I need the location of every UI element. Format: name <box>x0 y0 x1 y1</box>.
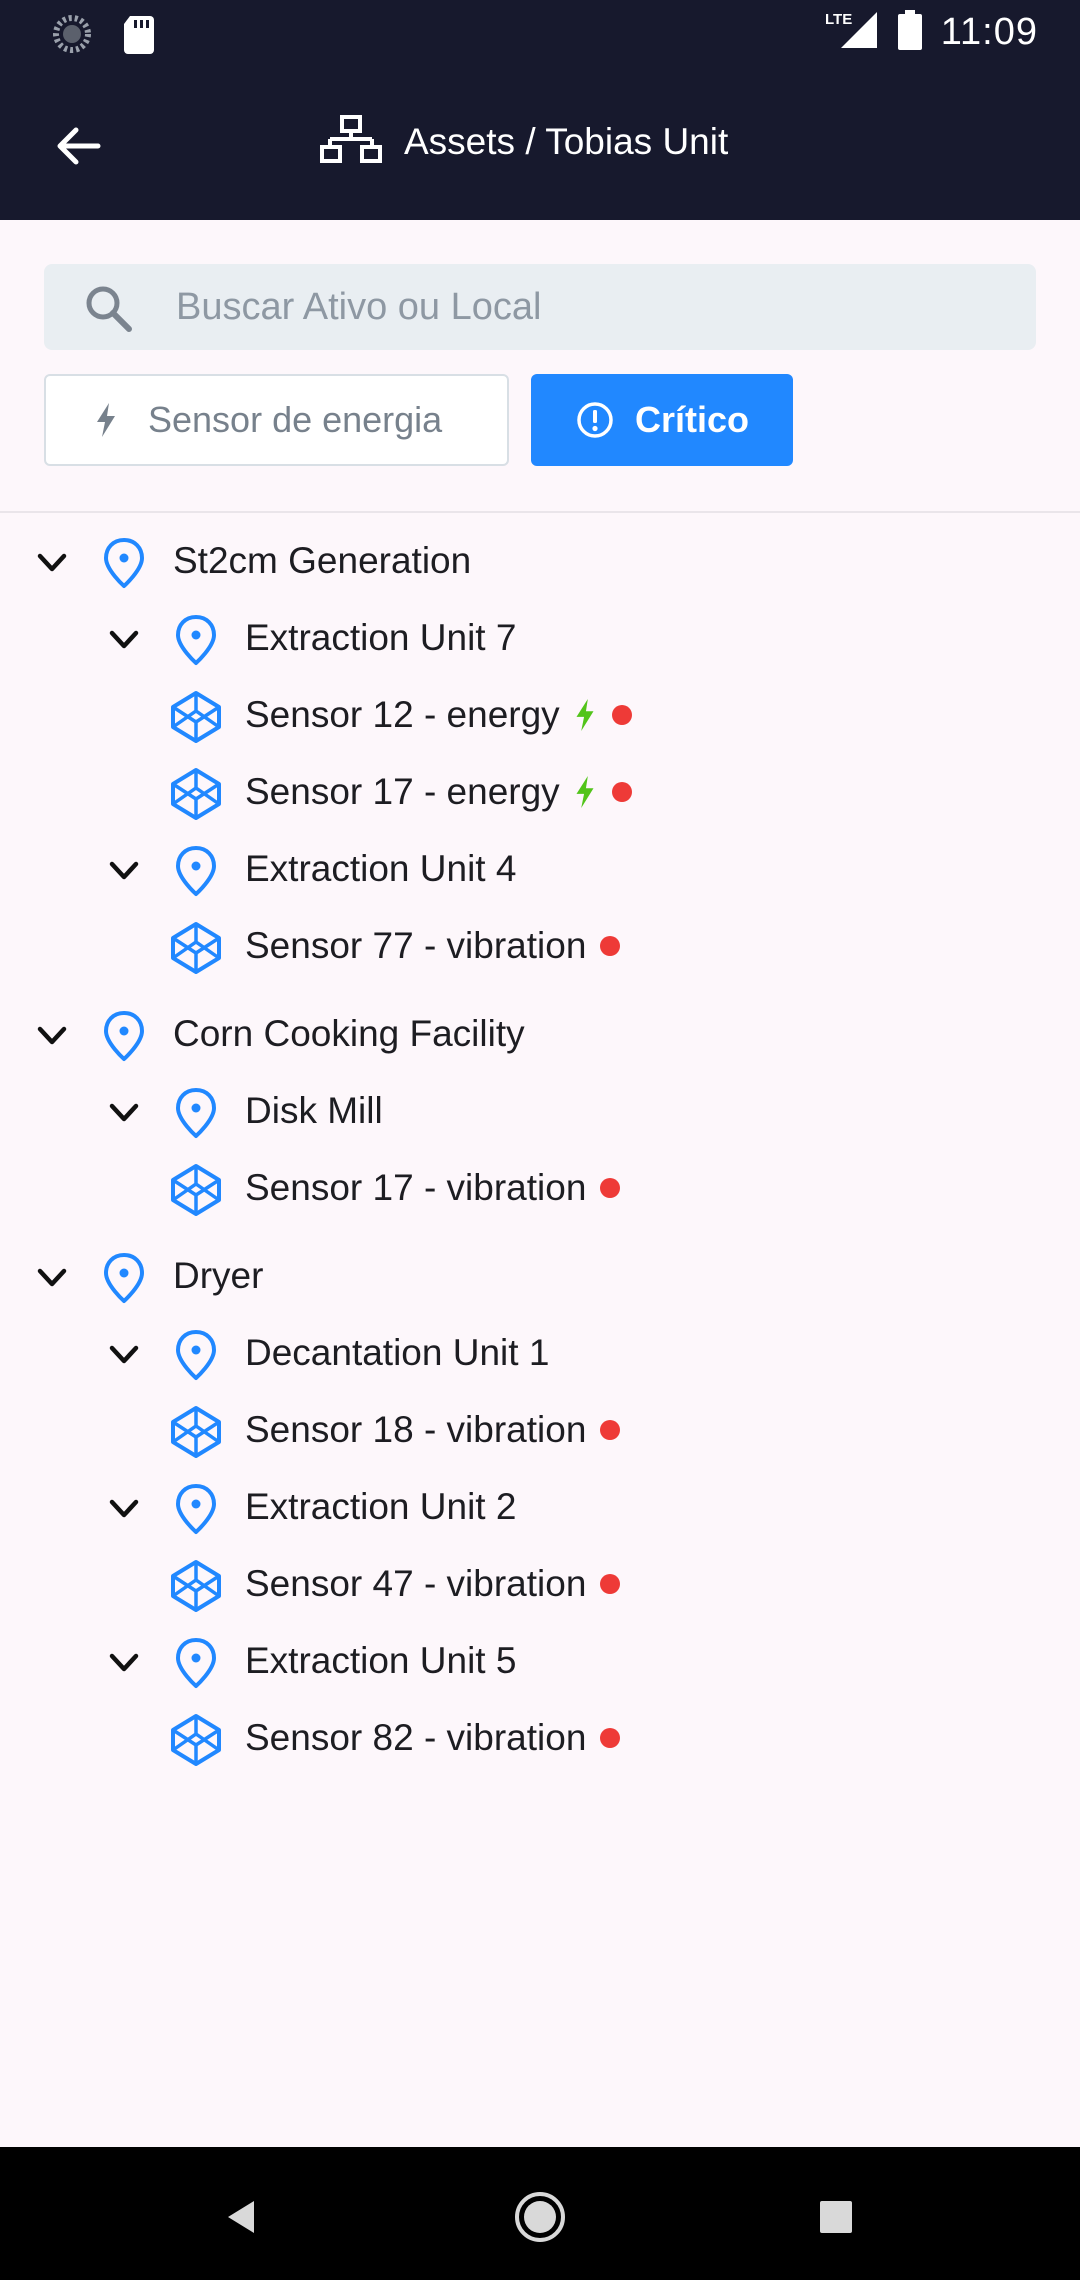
tree-row-location[interactable]: Extraction Unit 2 <box>0 1474 1080 1544</box>
tree-row-location[interactable]: Corn Cooking Facility <box>0 1001 1080 1071</box>
critical-filter-button[interactable]: Crítico <box>531 374 793 466</box>
nav-recents-button[interactable] <box>806 2187 866 2247</box>
chevron-down-icon[interactable] <box>106 1337 142 1373</box>
app-bar: Assets / Tobias Unit <box>0 66 1080 220</box>
nav-back-button[interactable] <box>212 2187 272 2247</box>
critical-status-dot <box>600 1420 621 1440</box>
energy-bolt-icon <box>576 775 594 809</box>
tree-row-location[interactable]: Extraction Unit 4 <box>0 836 1080 906</box>
nav-home-button[interactable] <box>510 2187 570 2247</box>
tree-row-location[interactable]: St2cm Generation <box>0 528 1080 598</box>
location-pin-icon <box>176 1088 216 1138</box>
critical-status-dot <box>600 936 621 956</box>
search-icon <box>82 282 134 339</box>
status-bar-left <box>52 14 156 59</box>
critical-status-dot <box>611 705 632 725</box>
location-pin-icon <box>176 1638 216 1688</box>
tree-node-label: St2cm Generation <box>173 540 472 581</box>
component-cube-icon <box>171 922 221 974</box>
location-pin-icon <box>104 1011 144 1061</box>
location-pin-icon <box>176 1330 216 1380</box>
tree-row-component[interactable]: Sensor 47 - vibration <box>0 1551 1080 1621</box>
tree-node-label: Sensor 12 - energy <box>245 694 632 736</box>
tree-node-label: Decantation Unit 1 <box>245 1332 550 1373</box>
tree-row-component[interactable]: Sensor 12 - energy <box>0 682 1080 752</box>
sd-card-icon <box>122 14 156 59</box>
page-title-wrap: Assets / Tobias Unit <box>320 114 728 169</box>
back-triangle-icon <box>228 2201 254 2233</box>
tree-node-label: Corn Cooking Facility <box>173 1013 525 1054</box>
tree-node-label: Sensor 82 - vibration <box>245 1717 621 1759</box>
component-cube-icon <box>171 1406 221 1458</box>
critical-status-dot <box>600 1574 621 1594</box>
back-button[interactable] <box>40 110 116 186</box>
tree-node-label: Extraction Unit 4 <box>245 848 517 889</box>
tree-row-location[interactable]: Disk Mill <box>0 1078 1080 1148</box>
chevron-down-icon[interactable] <box>34 545 70 581</box>
tree-row-component[interactable]: Sensor 18 - vibration <box>0 1397 1080 1467</box>
status-bar-right: LTE 11:09 <box>823 8 1038 57</box>
loading-icon <box>52 14 92 59</box>
tree-node-label: Dryer <box>173 1255 264 1296</box>
location-pin-icon <box>104 1253 144 1303</box>
alert-circle-icon <box>575 400 615 440</box>
status-bar: LTE 11:09 <box>0 0 1080 66</box>
tree-node-label: Disk Mill <box>245 1090 383 1131</box>
tree-node-label: Sensor 77 - vibration <box>245 925 621 967</box>
location-pin-icon <box>176 846 216 896</box>
page-title: Assets / Tobias Unit <box>404 120 729 162</box>
back-arrow-icon <box>54 122 102 175</box>
tree-row-component[interactable]: Sensor 17 - vibration <box>0 1155 1080 1225</box>
tree-node-label: Sensor 17 - vibration <box>245 1167 621 1209</box>
tree-row-component[interactable]: Sensor 17 - energy <box>0 759 1080 829</box>
component-cube-icon <box>171 1714 221 1766</box>
chevron-down-icon[interactable] <box>106 622 142 658</box>
divider <box>0 511 1080 513</box>
battery-icon <box>897 8 923 57</box>
tree-node-label: Extraction Unit 5 <box>245 1640 517 1681</box>
location-pin-icon <box>176 1484 216 1534</box>
chevron-down-icon[interactable] <box>106 1491 142 1527</box>
energy-filter-label: Sensor de energia <box>148 399 443 440</box>
chevron-down-icon[interactable] <box>106 1095 142 1131</box>
hierarchy-icon <box>320 114 382 169</box>
signal-icon: LTE <box>823 8 879 57</box>
critical-filter-label: Crítico <box>635 399 750 440</box>
energy-bolt-icon <box>576 698 594 732</box>
energy-sensor-filter-button[interactable]: Sensor de energia <box>44 374 509 466</box>
system-nav-bar <box>0 2147 1080 2280</box>
component-cube-icon <box>171 1164 221 1216</box>
tree-node-label: Extraction Unit 2 <box>245 1486 517 1527</box>
tree-row-location[interactable]: Decantation Unit 1 <box>0 1320 1080 1390</box>
recents-square-icon <box>820 2201 852 2233</box>
location-pin-icon <box>176 615 216 665</box>
status-time: 11:09 <box>940 11 1038 53</box>
component-cube-icon <box>171 768 221 820</box>
tree-row-component[interactable]: Sensor 82 - vibration <box>0 1705 1080 1775</box>
bolt-icon <box>94 402 118 438</box>
location-pin-icon <box>104 538 144 588</box>
tree-node-label: Extraction Unit 7 <box>245 617 517 658</box>
home-circle-icon <box>515 2192 565 2242</box>
tree-row-location[interactable]: Extraction Unit 7 <box>0 605 1080 675</box>
search-box[interactable] <box>44 264 1036 350</box>
component-cube-icon <box>171 691 221 743</box>
chevron-down-icon[interactable] <box>34 1260 70 1296</box>
chevron-down-icon[interactable] <box>106 1645 142 1681</box>
tree-row-location[interactable]: Dryer <box>0 1243 1080 1313</box>
network-type-label: LTE <box>825 11 852 28</box>
tree-node-label: Sensor 47 - vibration <box>245 1563 621 1605</box>
component-cube-icon <box>171 1560 221 1612</box>
chevron-down-icon[interactable] <box>34 1018 70 1054</box>
tree-row-location[interactable]: Extraction Unit 5 <box>0 1628 1080 1698</box>
search-input[interactable] <box>176 264 996 350</box>
critical-status-dot <box>600 1178 621 1198</box>
tree-node-label: Sensor 17 - energy <box>245 771 632 813</box>
critical-status-dot <box>611 782 632 802</box>
tree-node-label: Sensor 18 - vibration <box>245 1409 621 1451</box>
tree-row-component[interactable]: Sensor 77 - vibration <box>0 913 1080 983</box>
critical-status-dot <box>600 1728 621 1748</box>
chevron-down-icon[interactable] <box>106 853 142 889</box>
